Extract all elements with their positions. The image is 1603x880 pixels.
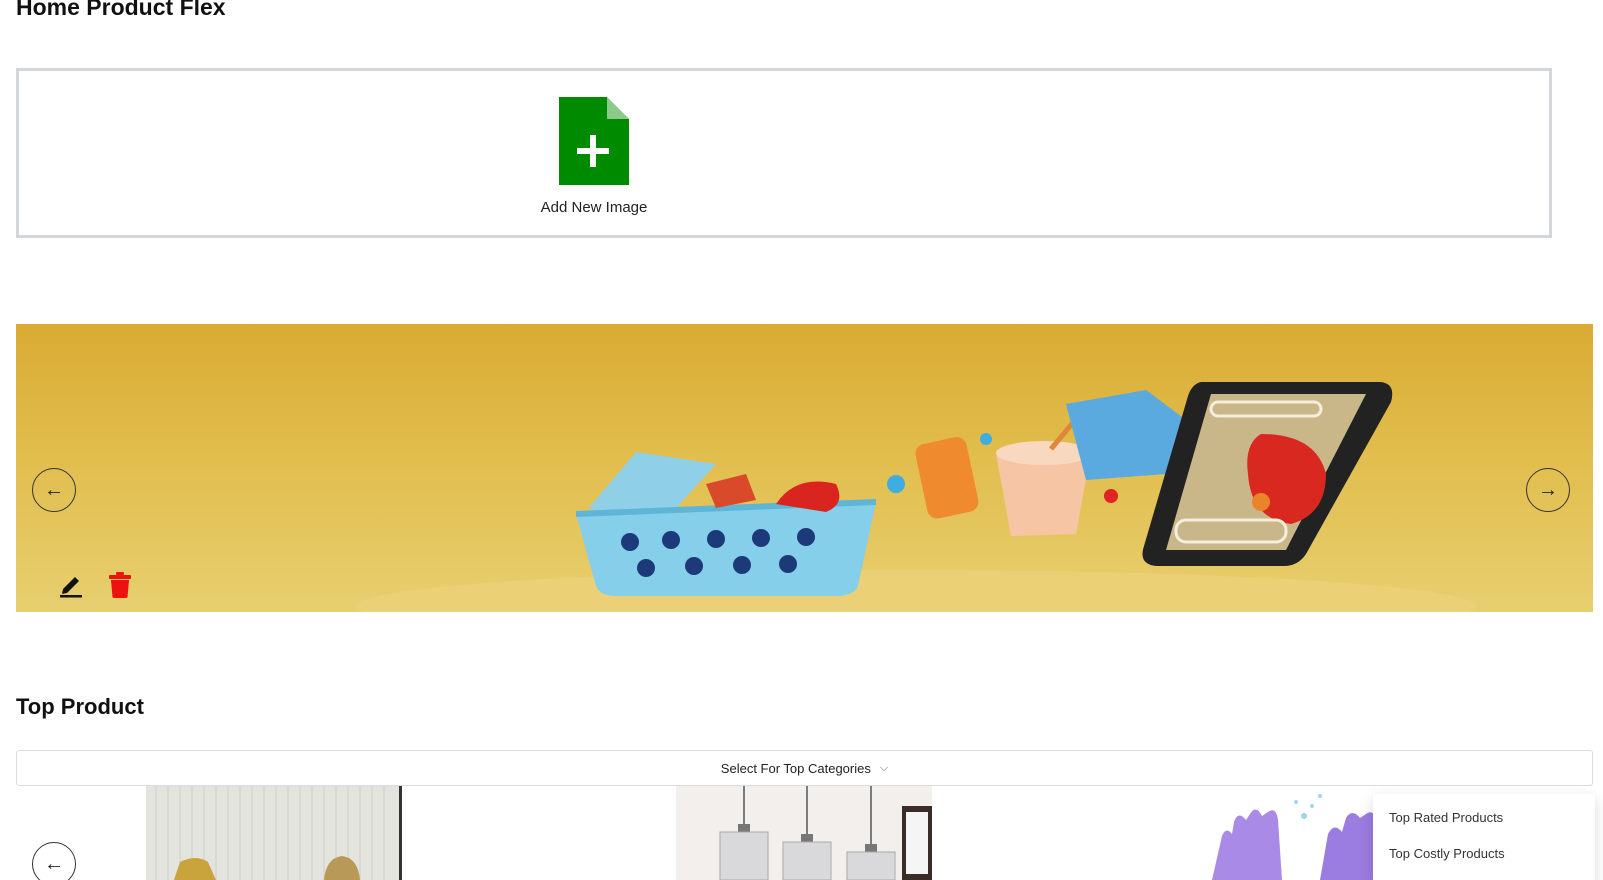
product-image-pendant-lights — [676, 786, 932, 880]
trash-icon — [109, 572, 131, 598]
delete-banner-button[interactable] — [109, 572, 131, 603]
dropdown-option-top-rated[interactable]: Top Rated Products — [1373, 800, 1595, 836]
edit-banner-button[interactable] — [58, 572, 84, 603]
page-title: Home Product Flex — [16, 0, 226, 20]
top-categories-dropdown: Top Rated Products Top Costly Products — [1373, 794, 1595, 880]
top-product-carousel: ← — [0, 786, 1603, 880]
file-plus-icon — [559, 97, 629, 185]
banner-prev-button[interactable]: ← — [32, 468, 76, 512]
image-upload-area: Add New Image — [16, 68, 1552, 238]
add-new-image-button[interactable]: Add New Image — [534, 97, 654, 216]
product-image-brooches — [146, 786, 402, 880]
product-image[interactable] — [146, 786, 402, 880]
pencil-icon — [60, 577, 82, 598]
product-prev-button[interactable]: ← — [32, 842, 76, 880]
top-categories-select[interactable]: Select For Top Categories ⌵ — [16, 750, 1593, 786]
chevron-down-icon: ⌵ — [879, 761, 889, 774]
add-new-image-label: Add New Image — [540, 199, 648, 216]
dropdown-option-top-costly[interactable]: Top Costly Products — [1373, 836, 1595, 872]
product-image-gloves — [1200, 786, 1400, 880]
top-categories-select-label: Select For Top Categories — [720, 760, 871, 776]
banner-next-button[interactable]: → — [1526, 468, 1570, 512]
product-image[interactable] — [676, 786, 932, 880]
banner-carousel: ← → — [16, 324, 1593, 612]
product-image[interactable] — [1200, 786, 1400, 880]
banner-image — [356, 382, 1476, 612]
page: Home Product Flex Add New Image ← → Top … — [0, 0, 1603, 880]
top-product-title: Top Product — [16, 694, 144, 719]
